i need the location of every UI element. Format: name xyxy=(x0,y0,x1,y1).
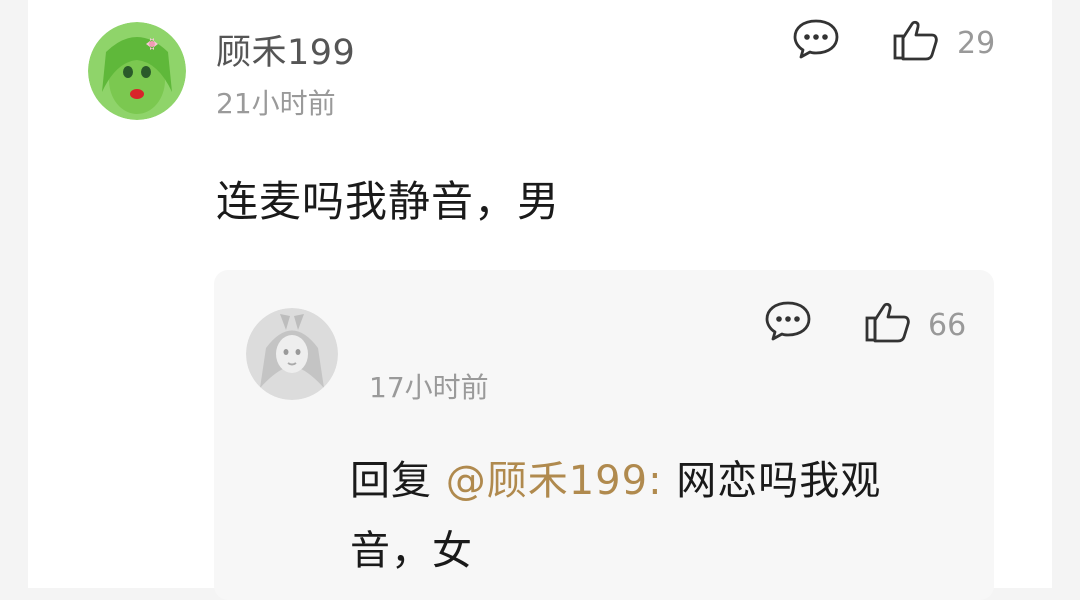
reply-prefix: 回复 xyxy=(350,458,446,504)
like-button[interactable] xyxy=(892,18,940,62)
reply-icon[interactable] xyxy=(792,18,840,60)
comment-timestamp: 21小时前 xyxy=(216,87,336,120)
speech-bubble-icon xyxy=(793,19,839,59)
avatar-image xyxy=(88,22,186,120)
comment-thread: 顾禾199 21小时前 29 连麦吗我静音，男 17小时前 66 回复 @顾禾1… xyxy=(28,0,1052,600)
like-count: 29 xyxy=(957,26,996,61)
comment-avatar[interactable] xyxy=(88,22,186,120)
thumbs-up-icon xyxy=(865,302,910,343)
like-count: 66 xyxy=(928,308,967,343)
comment-text: 连麦吗我静音，男 xyxy=(216,177,561,226)
thumbs-up-icon xyxy=(893,20,938,61)
reply-container: 17小时前 66 回复 @顾禾199: 网恋吗我观音，女 xyxy=(214,270,994,600)
mention-link[interactable]: @顾禾199: xyxy=(446,458,663,504)
reply-avatar[interactable] xyxy=(246,308,338,400)
speech-bubble-icon xyxy=(765,301,811,341)
reply-timestamp: 17小时前 xyxy=(369,371,489,404)
reply-text: 回复 @顾禾199: 网恋吗我观音，女 xyxy=(350,446,950,586)
avatar-image xyxy=(246,308,338,400)
like-button[interactable] xyxy=(864,300,912,344)
comment-username[interactable]: 顾禾199 xyxy=(216,24,355,75)
reply-icon[interactable] xyxy=(764,300,812,342)
